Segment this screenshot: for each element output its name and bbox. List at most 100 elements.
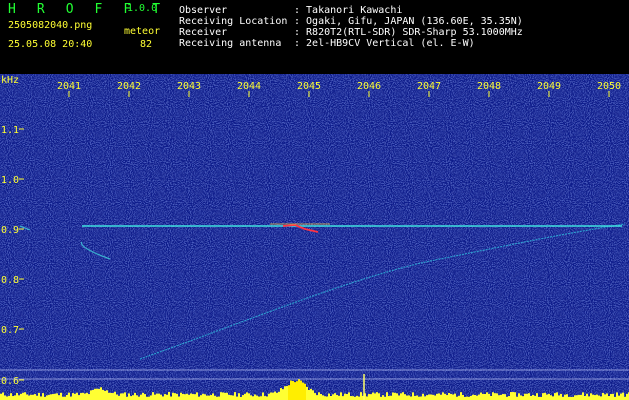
strip-bar	[294, 382, 296, 400]
strip-bar	[160, 394, 162, 400]
strip-bar	[370, 394, 372, 400]
strip-bar	[124, 392, 126, 400]
strip-bar	[248, 393, 250, 400]
strip-bar	[618, 395, 620, 400]
header-panel: H R O F F T 1.0.0 2505082040.png 25.05.0…	[0, 0, 629, 74]
strip-bar	[260, 396, 262, 400]
strip-bar	[546, 394, 548, 400]
strip-bar	[76, 392, 78, 400]
strip-bar	[324, 396, 326, 400]
freq-tick-label: 0.7	[1, 325, 19, 336]
strip-bar	[316, 395, 318, 400]
strip-bar	[94, 388, 96, 400]
strip-bar	[82, 392, 84, 400]
strip-bar	[612, 393, 614, 400]
strip-bar	[298, 379, 300, 400]
strip-bar	[312, 390, 314, 400]
strip-bar	[170, 396, 172, 400]
strip-bar	[128, 393, 130, 400]
strip-bar	[98, 388, 100, 400]
strip-bar	[6, 396, 8, 400]
strip-bar	[150, 395, 152, 400]
strip-bar	[302, 382, 304, 400]
strip-bar	[70, 396, 72, 400]
strip-bar	[178, 396, 180, 400]
strip-bar	[210, 395, 212, 400]
strip-bar	[398, 395, 400, 400]
strip-bar	[80, 393, 82, 400]
strip-bar	[282, 389, 284, 400]
strip-bar	[556, 392, 558, 400]
strip-bar	[550, 395, 552, 400]
strip-bar	[588, 396, 590, 400]
strip-bar	[252, 396, 254, 400]
strip-bar	[482, 393, 484, 400]
strip-bar	[530, 395, 532, 400]
strip-bar	[220, 392, 222, 400]
strip-bar	[502, 394, 504, 400]
strip-bar	[204, 394, 206, 400]
strip-bar	[318, 392, 320, 400]
strip-bar	[392, 392, 394, 400]
strip-bar	[140, 394, 142, 400]
strip-bar	[454, 393, 456, 400]
strip-bar	[262, 392, 264, 400]
strip-bar	[378, 393, 380, 400]
file-name: 2505082040.png	[8, 20, 93, 31]
strip-bar	[78, 395, 80, 400]
strip-bar	[148, 396, 150, 400]
strip-bar	[416, 395, 418, 400]
strip-bar	[58, 395, 60, 400]
strip-bar	[382, 395, 384, 400]
strip-bar	[488, 393, 490, 400]
strip-bar	[544, 392, 546, 400]
time-tick-label: 2046	[357, 81, 381, 92]
time-tick-label: 2044	[237, 81, 261, 92]
strip-bar	[218, 396, 220, 400]
strip-bar	[422, 393, 424, 400]
strip-bar	[286, 386, 288, 400]
strip-bar	[196, 392, 198, 400]
time-tick-label: 2050	[597, 81, 621, 92]
strip-bar	[480, 392, 482, 400]
strip-bar	[554, 393, 556, 400]
strip-bar	[512, 392, 514, 400]
strip-bar	[34, 394, 36, 400]
strip-bar	[344, 393, 346, 400]
time-tick-label: 2043	[177, 81, 201, 92]
strip-bar	[86, 392, 88, 400]
strip-bar	[52, 394, 54, 400]
freq-tick-label: 0.9	[1, 225, 19, 236]
strip-bar	[498, 395, 500, 400]
strip-bar	[182, 393, 184, 400]
strip-bar	[334, 393, 336, 400]
strip-bar	[30, 394, 32, 400]
strip-bar	[90, 390, 92, 400]
strip-bar	[430, 394, 432, 400]
strip-bar	[338, 395, 340, 400]
meteor-label: meteor	[124, 26, 161, 37]
strip-bar	[142, 392, 144, 400]
strip-bar	[320, 393, 322, 400]
strip-bar	[224, 392, 226, 400]
strip-bar	[306, 386, 308, 400]
strip-bar	[48, 394, 50, 400]
strip-bar	[100, 387, 102, 400]
strip-bar	[350, 396, 352, 400]
antenna-label: Receiving antenna	[179, 38, 282, 49]
strip-bar	[314, 393, 316, 400]
strip-bar	[446, 395, 448, 400]
observer-value: : Takanori Kawachi	[294, 5, 403, 16]
strip-bar	[462, 394, 464, 400]
strip-bar	[176, 393, 178, 400]
strip-bar	[36, 395, 38, 400]
strip-bar	[192, 394, 194, 400]
strip-bar	[522, 396, 524, 400]
strip-bar	[346, 394, 348, 400]
strip-bar	[46, 395, 48, 400]
strip-bar	[102, 389, 104, 400]
strip-bar	[534, 395, 536, 400]
strip-bar	[432, 394, 434, 400]
strip-bar	[284, 386, 286, 400]
strip-bar	[54, 393, 56, 400]
